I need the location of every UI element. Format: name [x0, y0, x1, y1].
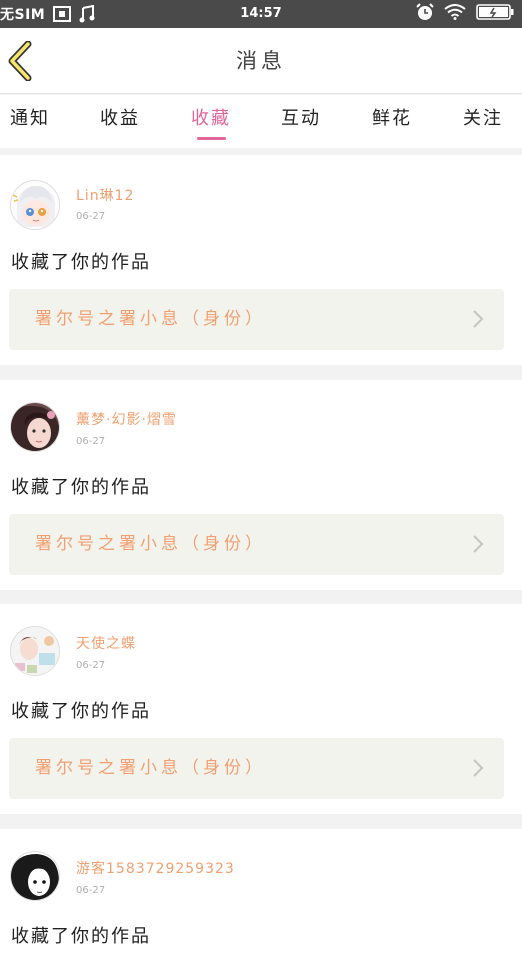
user-name[interactable]: 游客1583729259323 — [76, 858, 235, 878]
user-name[interactable]: Lin琳12 — [76, 185, 134, 205]
wifi-icon — [444, 4, 466, 24]
action-text: 收藏了你的作品 — [11, 926, 151, 947]
message-card: 游客1583729259323 06-27 收藏了你的作品 — [0, 829, 522, 954]
action-text: 收藏了你的作品 — [11, 701, 151, 722]
status-bar: 无SIM 14:57 — [0, 0, 522, 28]
work-link[interactable]: 署尔号之署小息（身份） — [9, 738, 504, 799]
user-avatar[interactable] — [10, 851, 60, 901]
action-text: 收藏了你的作品 — [11, 477, 151, 498]
work-link[interactable]: 署尔号之署小息（身份） — [9, 289, 504, 350]
message-card: Lin琳12 06-27 收藏了你的作品 署尔号之署小息（身份） — [0, 155, 522, 365]
user-avatar[interactable] — [10, 626, 60, 676]
message-date: 06-27 — [76, 436, 106, 447]
tab-interaction[interactable]: 互动 — [271, 95, 331, 148]
tab-earnings[interactable]: 收益 — [90, 95, 150, 148]
message-card: 天使之蝶 06-27 收藏了你的作品 署尔号之署小息（身份） — [0, 604, 522, 814]
chevron-right-icon — [473, 759, 484, 777]
nav-bar: 消息 — [0, 28, 522, 94]
chevron-right-icon — [473, 535, 484, 553]
tab-favorites[interactable]: 收藏 — [181, 95, 241, 148]
active-tab-indicator — [197, 137, 226, 140]
page-title: 消息 — [236, 49, 286, 73]
message-card: 薰梦·幻影·熠雪 06-27 收藏了你的作品 署尔号之署小息（身份） — [0, 380, 522, 590]
action-text: 收藏了你的作品 — [11, 252, 151, 273]
chevron-right-icon — [473, 310, 484, 328]
user-name[interactable]: 薰梦·幻影·熠雪 — [76, 409, 177, 429]
tab-notice[interactable]: 通知 — [0, 95, 60, 148]
message-date: 06-27 — [76, 660, 106, 671]
alarm-icon — [416, 3, 434, 25]
user-avatar[interactable] — [10, 180, 60, 230]
battery-icon — [476, 4, 514, 24]
work-link[interactable]: 署尔号之署小息（身份） — [9, 514, 504, 575]
tab-flowers[interactable]: 鲜花 — [362, 95, 422, 148]
message-date: 06-27 — [76, 885, 106, 896]
tab-follow[interactable]: 关注 — [453, 95, 513, 148]
work-title: 署尔号之署小息（身份） — [35, 534, 266, 554]
work-title: 署尔号之署小息（身份） — [35, 309, 266, 329]
work-title: 署尔号之署小息（身份） — [35, 758, 266, 778]
tab-bar: 通知 收益 收藏 互动 鲜花 关注 — [0, 95, 522, 148]
user-avatar[interactable] — [10, 402, 60, 452]
user-name[interactable]: 天使之蝶 — [76, 633, 136, 653]
message-date: 06-27 — [76, 211, 106, 222]
